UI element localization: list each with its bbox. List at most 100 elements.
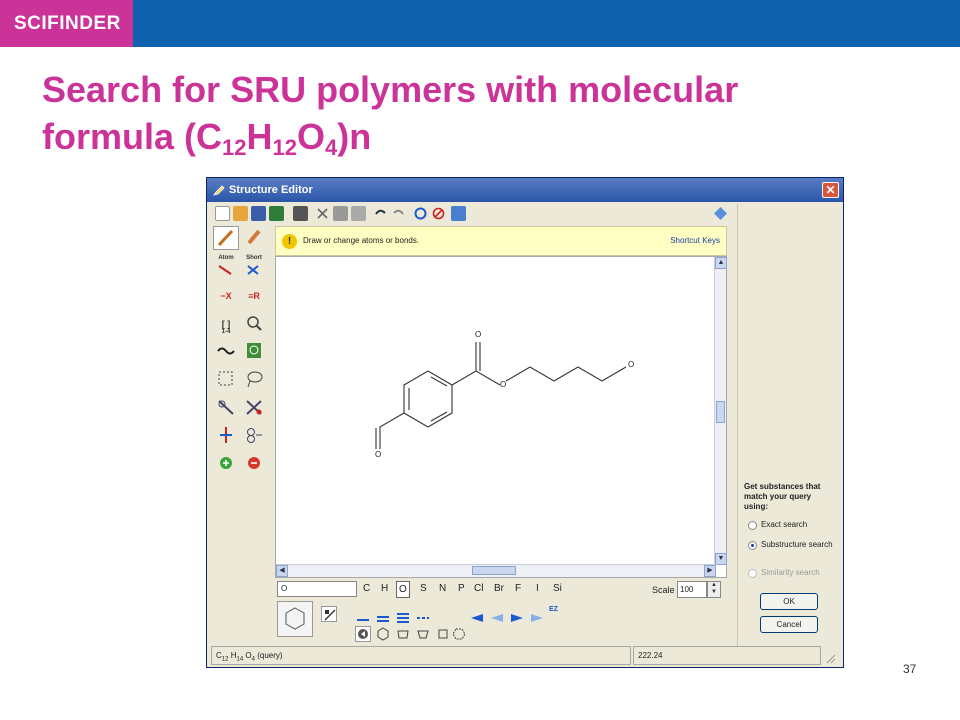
hash-left-icon[interactable] — [529, 608, 545, 624]
atom-o[interactable]: O — [396, 581, 410, 598]
save-icon[interactable] — [251, 206, 266, 221]
substructure-search-label: Substructure search — [761, 540, 833, 549]
redo-icon[interactable] — [391, 206, 406, 221]
atom-input[interactable]: O — [277, 581, 357, 597]
cyclopropane-icon[interactable] — [355, 626, 371, 642]
shortcut-tool[interactable]: Short — [241, 255, 267, 280]
benzene-ring-icon[interactable] — [395, 626, 411, 642]
atom-cl[interactable]: Cl — [474, 583, 483, 594]
ring-template-icon[interactable] — [451, 626, 467, 642]
scroll-left-icon[interactable]: ◀ — [276, 565, 288, 577]
title-sub-c: 12 — [222, 135, 247, 160]
ester-oxygen-label: O — [500, 380, 506, 389]
double-bond-icon[interactable] — [375, 608, 391, 624]
page-number: 37 — [903, 662, 917, 676]
horizontal-scrollbar[interactable]: ◀ ▶ — [276, 564, 716, 577]
substructure-search-radio[interactable] — [748, 541, 757, 550]
atom-br[interactable]: Br — [494, 583, 504, 594]
scale-input[interactable]: 100 — [677, 581, 707, 598]
remove-x-tool[interactable]: −X — [213, 284, 239, 308]
atom-bar: O C H O S N P Cl Br F I Si Scale 100 ▲ ▼ — [275, 580, 727, 602]
scroll-up-icon[interactable]: ▲ — [715, 257, 727, 269]
image-icon[interactable] — [269, 206, 284, 221]
drawing-canvas[interactable]: O O O O ▲ ▼ ◀ ▶ — [275, 256, 727, 578]
atom-p[interactable]: P — [458, 583, 465, 594]
drawing-tools-panel: Atom Short −X ≡R [ ] 1-4 — [211, 226, 273, 476]
atom-c[interactable]: C — [363, 583, 370, 594]
zoom-out-icon[interactable] — [241, 452, 267, 476]
link-tool[interactable] — [241, 424, 267, 448]
exact-search-radio[interactable] — [748, 521, 757, 530]
triple-bond-icon[interactable] — [395, 608, 411, 624]
select-rectangle-tool[interactable] — [213, 368, 239, 392]
flip-tool[interactable] — [213, 424, 239, 448]
atom-s[interactable]: S — [420, 583, 427, 594]
pencil-tool[interactable] — [213, 226, 239, 250]
clear-icon[interactable] — [431, 206, 446, 221]
shortcut-tool-label: Short — [246, 255, 262, 261]
scale-label: Scale — [652, 585, 675, 595]
hexagon-icon — [285, 607, 305, 630]
horizontal-scroll-thumb[interactable] — [472, 566, 516, 575]
copy-icon[interactable] — [333, 206, 348, 221]
atom-si[interactable]: Si — [553, 583, 562, 594]
cut-icon[interactable] — [315, 206, 330, 221]
scroll-right-icon[interactable]: ▶ — [704, 565, 716, 577]
eraser-tool[interactable] — [241, 226, 267, 250]
hint-bar: ! Draw or change atoms or bonds. Shortcu… — [275, 226, 727, 256]
open-icon[interactable] — [233, 206, 248, 221]
scroll-down-icon[interactable]: ▼ — [715, 553, 727, 565]
hexagon-ring-icon[interactable] — [375, 626, 391, 642]
scale-stepper[interactable]: ▲ ▼ — [707, 581, 721, 598]
wavy-bond-tool[interactable] — [213, 340, 239, 364]
vertical-scrollbar[interactable]: ▲ ▼ — [714, 257, 727, 565]
lasso-tool[interactable] — [241, 368, 267, 392]
atom-tool[interactable]: Atom — [213, 255, 239, 280]
refresh-icon[interactable] — [413, 206, 428, 221]
editor-toolbar — [211, 204, 735, 224]
close-button[interactable]: ✕ — [822, 182, 839, 198]
wedge-bond-icon[interactable] — [469, 608, 485, 624]
remove-r-tool[interactable]: ≡R — [241, 284, 267, 308]
bond-rotate-tool[interactable] — [213, 396, 239, 420]
wedge-left-icon[interactable] — [509, 608, 525, 624]
brand-logo: SCIFINDER — [0, 0, 133, 47]
formula-h-count: 14 — [236, 656, 244, 663]
undo-icon[interactable] — [373, 206, 388, 221]
atom-i[interactable]: I — [536, 583, 539, 594]
header-bar — [0, 0, 960, 47]
ring-template-button[interactable] — [277, 601, 313, 637]
paste-icon[interactable] — [351, 206, 366, 221]
status-bar: C12 H14 O4 (query) 222.24 — [211, 646, 837, 665]
atom-n[interactable]: N — [439, 583, 446, 594]
shortcut-keys-link[interactable]: Shortcut Keys — [670, 236, 720, 245]
aldehyde-oxygen-label: O — [375, 450, 381, 459]
bond-cut-tool[interactable] — [241, 396, 267, 420]
vertical-scroll-thumb[interactable] — [716, 401, 725, 423]
template-icon[interactable] — [451, 206, 466, 221]
ez-bond-label[interactable]: EZ — [549, 606, 565, 622]
ok-button[interactable]: OK — [760, 593, 818, 610]
bracket-tool[interactable]: [ ] 1-4 — [213, 312, 239, 336]
atom-f[interactable]: F — [515, 583, 521, 594]
chain-tool-icon[interactable] — [321, 606, 337, 622]
ring-lock-icon[interactable] — [241, 340, 267, 364]
hash-bond-icon[interactable] — [489, 608, 505, 624]
terminal-oxygen-label: O — [628, 360, 634, 369]
search-atom-icon[interactable] — [241, 312, 267, 336]
new-icon[interactable] — [215, 206, 230, 221]
formula-c-count: 12 — [221, 656, 229, 663]
formula-suffix: (query) — [257, 651, 283, 660]
cancel-button[interactable]: Cancel — [760, 616, 818, 633]
atom-h[interactable]: H — [381, 583, 388, 594]
help-icon[interactable] — [713, 206, 728, 221]
zoom-in-icon[interactable] — [213, 452, 239, 476]
any-bond-icon[interactable] — [415, 608, 431, 624]
print-icon[interactable] — [293, 206, 308, 221]
title-line-1: Search for SRU polymers with molecular — [42, 69, 739, 110]
window-titlebar[interactable]: Structure Editor ✕ — [207, 178, 843, 202]
cyclopentane-icon[interactable] — [415, 626, 431, 642]
single-bond-icon[interactable] — [355, 608, 371, 624]
resize-grip-icon[interactable] — [823, 646, 837, 665]
cyclobutane-icon[interactable] — [435, 626, 451, 642]
